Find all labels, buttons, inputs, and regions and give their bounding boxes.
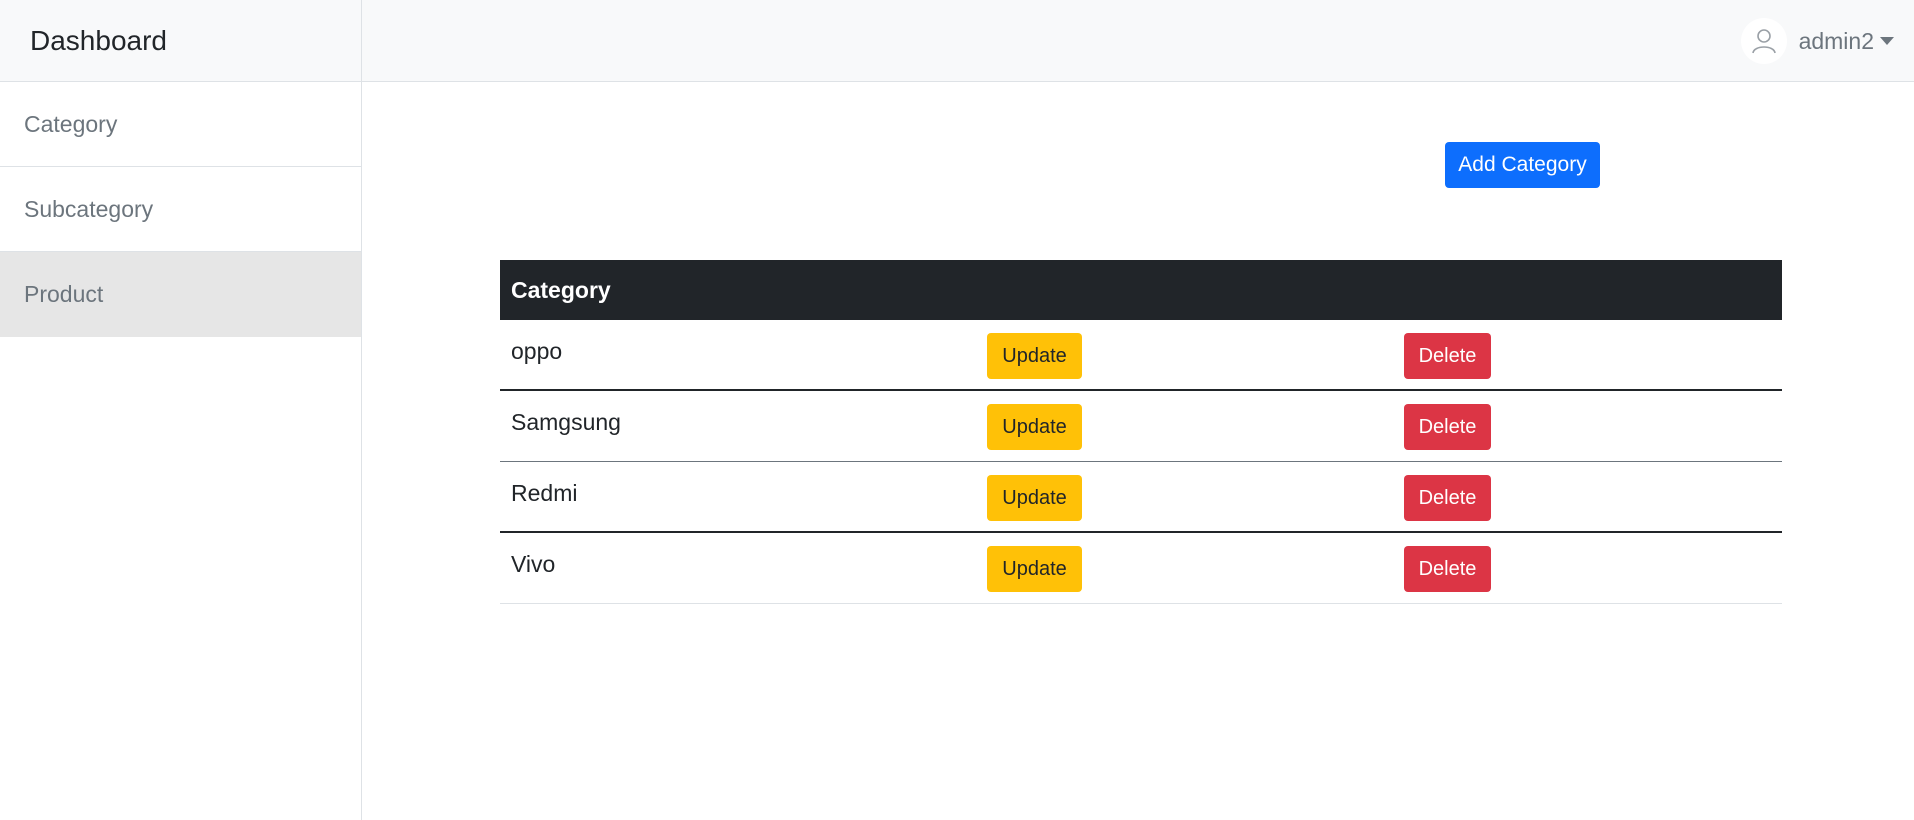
app-root: Dashboard Category Subcategory Product a… [0, 0, 1914, 820]
category-name: Redmi [511, 480, 578, 506]
sidebar-brand[interactable]: Dashboard [0, 0, 361, 82]
caret-down-icon [1880, 37, 1894, 45]
add-category-button[interactable]: Add Category [1445, 142, 1600, 188]
category-name: Samgsung [511, 409, 621, 435]
delete-button[interactable]: Delete [1404, 404, 1491, 450]
table-row: Vivo Update Delete [500, 533, 1782, 604]
table-header: Category [500, 260, 1782, 320]
sidebar-item-category[interactable]: Category [0, 82, 361, 167]
user-menu-dropdown[interactable]: admin2 [1740, 18, 1894, 64]
table-header-category: Category [511, 276, 611, 303]
delete-button[interactable]: Delete [1404, 546, 1491, 592]
table-row: Samgsung Update Delete [500, 391, 1782, 462]
category-name: Vivo [511, 551, 556, 577]
update-button[interactable]: Update [987, 333, 1082, 379]
table-row: oppo Update Delete [500, 320, 1782, 391]
sidebar-item-product[interactable]: Product [0, 252, 361, 337]
user-avatar-icon [1740, 18, 1787, 64]
delete-button[interactable]: Delete [1404, 333, 1491, 379]
category-table: Category oppo Update Delete Samgsung Upd… [500, 260, 1782, 604]
username-label: admin2 [1798, 27, 1874, 54]
update-button[interactable]: Update [987, 546, 1082, 592]
update-button[interactable]: Update [987, 404, 1082, 450]
sidebar-item-subcategory[interactable]: Subcategory [0, 167, 361, 252]
top-navbar: admin2 [362, 0, 1914, 82]
table-row: Redmi Update Delete [500, 462, 1782, 533]
delete-button[interactable]: Delete [1404, 475, 1491, 521]
update-button[interactable]: Update [987, 475, 1082, 521]
sidebar: Dashboard Category Subcategory Product [0, 0, 362, 820]
category-name: oppo [511, 338, 563, 364]
